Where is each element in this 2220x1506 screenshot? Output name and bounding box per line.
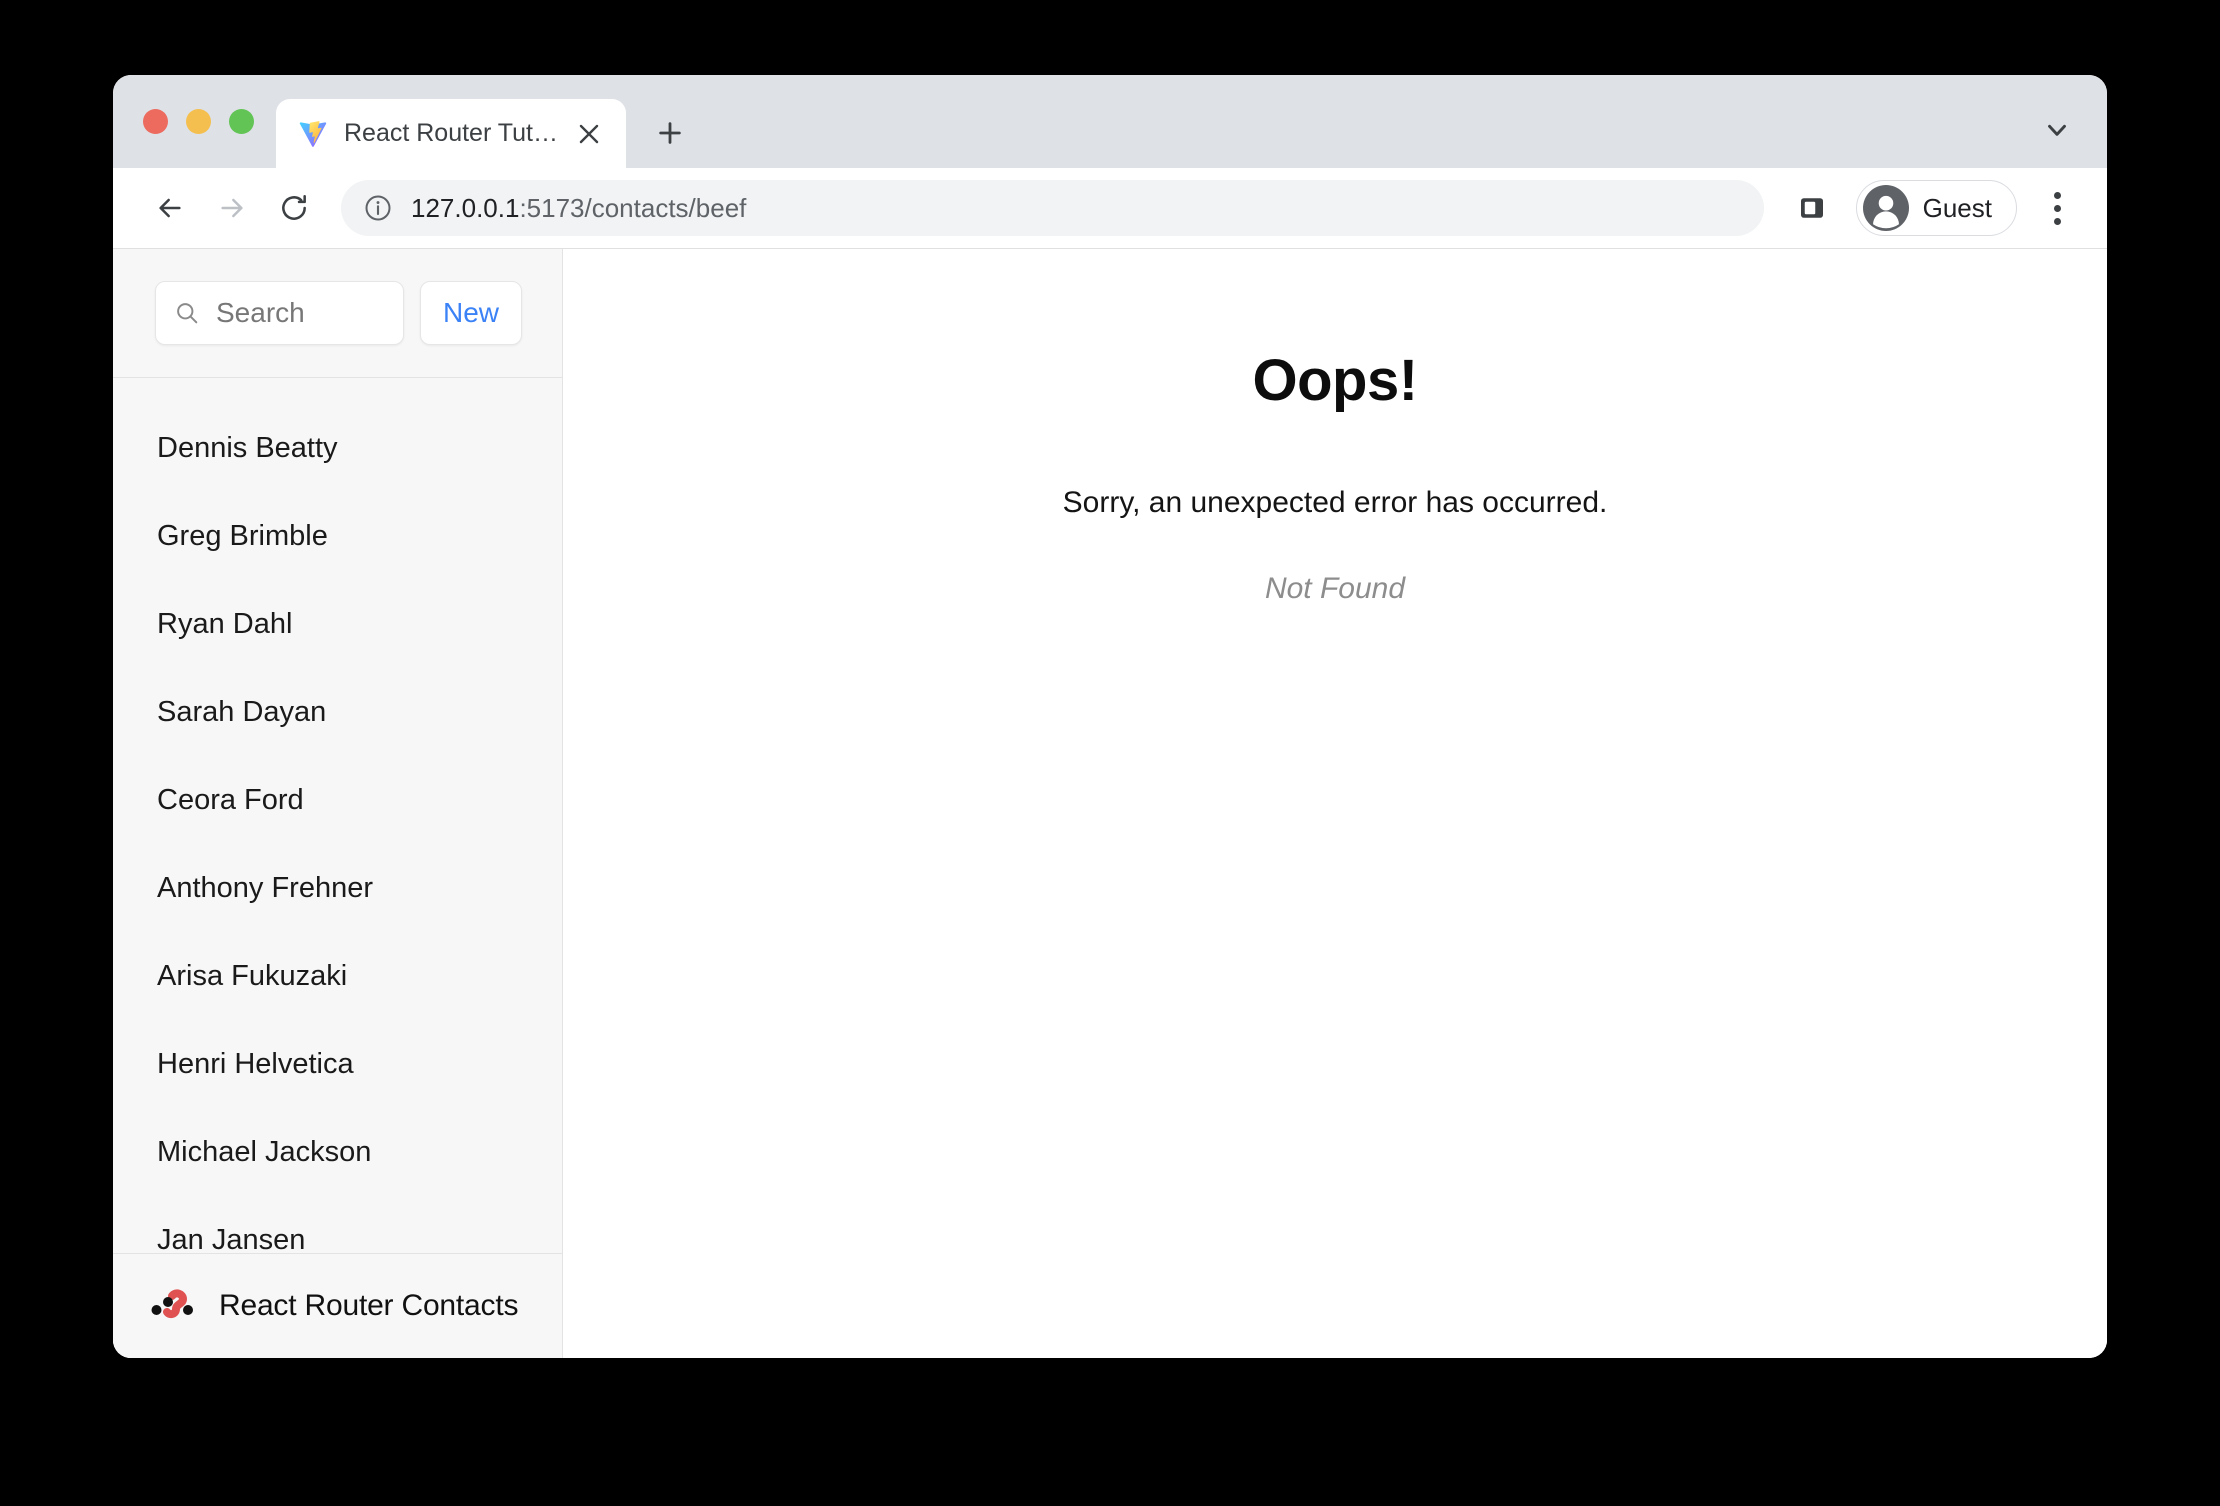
list-item[interactable]: Arisa Fukuzaki [113,932,562,1020]
list-item[interactable]: Ceora Ford [113,756,562,844]
react-router-logo-icon [151,1289,199,1323]
kebab-dot [2054,192,2061,199]
list-item[interactable]: Sarah Dayan [113,668,562,756]
kebab-dot [2054,205,2061,212]
url-path: :5173/contacts/beef [519,193,746,223]
tab-search-button[interactable] [2033,106,2081,154]
plus-icon [656,119,684,147]
arrow-left-icon [154,192,186,224]
url-host: 127.0.0.1 [411,193,519,223]
contact-list[interactable]: Dennis Beatty Greg Brimble Ryan Dahl Sar… [113,378,562,1253]
browser-toolbar: 127.0.0.1:5173/contacts/beef Guest [113,168,2107,248]
site-info-icon[interactable] [363,193,393,223]
kebab-dot [2054,218,2061,225]
new-contact-button[interactable]: New [420,281,522,345]
error-title: Oops! [563,347,2107,414]
browser-window: React Router Tutorial [113,75,2107,1358]
list-item[interactable]: Anthony Frehner [113,844,562,932]
list-item[interactable]: Jan Jansen [113,1196,562,1253]
back-button[interactable] [139,177,201,239]
profile-button[interactable]: Guest [1856,180,2017,236]
list-item[interactable]: Michael Jackson [113,1108,562,1196]
profile-name: Guest [1923,193,1992,224]
arrow-right-icon [216,192,248,224]
sidebar-footer: React Router Contacts [113,1253,562,1358]
tab-strip: React Router Tutorial [113,75,2107,168]
search-input[interactable] [216,297,385,329]
close-tab-icon[interactable] [570,115,608,153]
page-content: New Dennis Beatty Greg Brimble Ryan Dahl… [113,248,2107,1358]
maximize-window-button[interactable] [229,109,254,134]
search-icon [174,300,200,326]
list-item[interactable]: Henri Helvetica [113,1020,562,1108]
traffic-lights [113,75,276,168]
side-panel-icon [1797,193,1827,223]
address-bar[interactable]: 127.0.0.1:5173/contacts/beef [341,180,1764,236]
error-message: Sorry, an unexpected error has occurred. [563,486,2107,520]
avatar-icon [1863,185,1909,231]
vite-icon [298,119,328,149]
minimize-window-button[interactable] [186,109,211,134]
list-item[interactable]: Ryan Dahl [113,580,562,668]
error-detail: Not Found [563,572,2107,606]
search-box[interactable] [155,281,404,345]
browser-tab[interactable]: React Router Tutorial [276,99,626,168]
error-panel: Oops! Sorry, an unexpected error has occ… [563,249,2107,1358]
close-icon [577,122,601,146]
contacts-sidebar: New Dennis Beatty Greg Brimble Ryan Dahl… [113,249,563,1358]
side-panel-button[interactable] [1784,180,1840,236]
close-window-button[interactable] [143,109,168,134]
sidebar-header: New [113,249,562,378]
reload-icon [278,192,310,224]
forward-button[interactable] [201,177,263,239]
tab-title: React Router Tutorial [344,119,570,148]
list-item[interactable]: Greg Brimble [113,492,562,580]
chevron-down-icon [2042,115,2072,145]
list-item[interactable]: Dennis Beatty [113,404,562,492]
url-text: 127.0.0.1:5173/contacts/beef [411,193,746,224]
sidebar-footer-title: React Router Contacts [219,1289,518,1323]
new-tab-button[interactable] [642,105,698,161]
browser-menu-button[interactable] [2029,180,2085,236]
reload-button[interactable] [263,177,325,239]
